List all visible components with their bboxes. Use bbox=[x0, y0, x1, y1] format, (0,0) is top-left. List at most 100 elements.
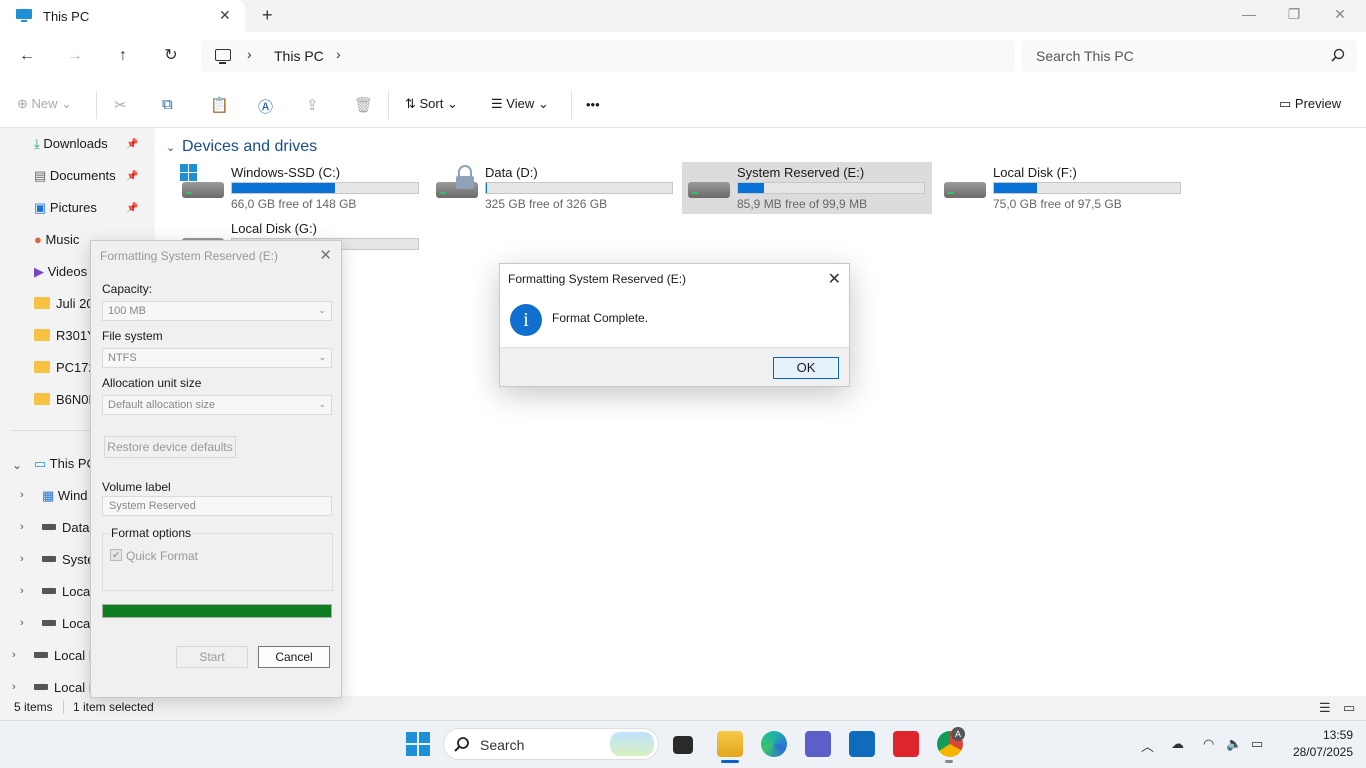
restore-button[interactable]: ❐ bbox=[1271, 6, 1317, 23]
share-icon[interactable]: ⇪ bbox=[306, 96, 319, 114]
close-window-button[interactable]: ✕ bbox=[1317, 6, 1363, 23]
ok-button[interactable]: OK bbox=[773, 357, 839, 379]
nav-item-videos[interactable]: ▶ Videos bbox=[34, 264, 90, 284]
tiles-view-icon[interactable]: ▭ bbox=[1343, 700, 1355, 716]
pin-icon[interactable]: 📌 bbox=[126, 203, 138, 214]
nav-label: This PC bbox=[49, 456, 90, 471]
progress-fill bbox=[103, 605, 331, 617]
profile-badge: A bbox=[951, 727, 965, 741]
new-button[interactable]: ⊕ New ⌄ bbox=[17, 96, 72, 112]
file-system-label: File system bbox=[102, 329, 163, 343]
minimize-button[interactable]: — bbox=[1226, 6, 1272, 22]
nav-item-folder[interactable]: R301Y9 bbox=[34, 328, 90, 348]
volume-label-input[interactable]: System Reserved bbox=[102, 496, 332, 516]
search-input[interactable]: Search This PC bbox=[1021, 40, 1357, 72]
nav-item-drive-c[interactable]: ▦ Wind bbox=[42, 488, 90, 508]
tab-this-pc[interactable]: This PC ✕ bbox=[0, 0, 245, 32]
chevron-right-icon[interactable]: › bbox=[20, 553, 24, 565]
close-icon[interactable]: ✕ bbox=[828, 269, 841, 289]
nav-item-drive-e[interactable]: Syste bbox=[42, 552, 90, 572]
delete-icon[interactable]: 🗑 bbox=[354, 96, 373, 114]
onedrive-icon[interactable]: ☁ bbox=[1171, 736, 1184, 752]
refresh-button[interactable]: ↻ bbox=[160, 46, 182, 68]
address-bar[interactable]: › This PC › bbox=[201, 40, 1015, 72]
nav-item-this-pc[interactable]: ▭ This PC bbox=[34, 456, 90, 476]
details-view-icon[interactable]: ☰ bbox=[1319, 700, 1331, 716]
divider bbox=[571, 91, 572, 119]
taskbar-search[interactable]: Search bbox=[443, 728, 659, 760]
search-icon bbox=[454, 737, 469, 752]
wps-office-icon[interactable] bbox=[893, 731, 919, 757]
chevron-right-icon[interactable]: › bbox=[20, 521, 24, 533]
wifi-icon[interactable]: ◠ bbox=[1203, 736, 1214, 752]
nav-item-local-disk[interactable]: Local D bbox=[34, 648, 90, 668]
breadcrumb-this-pc[interactable]: This PC bbox=[274, 48, 324, 64]
pin-icon[interactable]: 📌 bbox=[126, 171, 138, 182]
preview-button[interactable]: ▭ Preview bbox=[1279, 96, 1341, 112]
videos-icon: ▶ bbox=[34, 264, 48, 279]
nav-item-drive-g[interactable]: Local bbox=[42, 616, 90, 636]
more-options-button[interactable]: ••• bbox=[586, 97, 600, 112]
drive-tile-f[interactable]: Local Disk (F:) 75,0 GB free of 97,5 GB bbox=[938, 162, 1188, 214]
copy-icon[interactable]: ⧉ bbox=[162, 96, 173, 113]
chevron-up-icon[interactable]: ︿ bbox=[1141, 736, 1154, 755]
allocation-label: Allocation unit size bbox=[102, 376, 202, 390]
task-view-icon[interactable] bbox=[673, 736, 693, 754]
quick-format-checkbox[interactable]: ✔ bbox=[110, 549, 122, 561]
nav-item-folder[interactable]: B6N0B bbox=[34, 392, 90, 412]
chevron-right-icon[interactable]: › bbox=[12, 649, 16, 661]
up-button[interactable]: ↑ bbox=[112, 46, 134, 68]
chevron-down-icon[interactable]: ⌄ bbox=[12, 458, 22, 472]
nav-item-drive-d[interactable]: Data bbox=[42, 520, 90, 540]
new-tab-button[interactable]: + bbox=[262, 5, 273, 26]
close-icon[interactable]: ✕ bbox=[319, 246, 332, 264]
nav-item-folder[interactable]: PC172 bbox=[34, 360, 90, 380]
divider bbox=[96, 91, 97, 119]
clock-date[interactable]: 28/07/2025 bbox=[1285, 745, 1353, 759]
cancel-button[interactable]: Cancel bbox=[258, 646, 330, 668]
nav-label: R301Y9 bbox=[56, 328, 90, 343]
dialog-message: Format Complete. bbox=[552, 311, 649, 325]
clock-time[interactable]: 13:59 bbox=[1313, 728, 1353, 742]
drive-name: Windows-SSD (C:) bbox=[231, 165, 341, 180]
volume-label-label: Volume label bbox=[102, 480, 171, 494]
teams-icon[interactable] bbox=[805, 731, 831, 757]
chevron-right-icon[interactable]: › bbox=[20, 585, 24, 597]
cut-icon[interactable]: ✂ bbox=[114, 96, 127, 114]
section-title[interactable]: Devices and drives bbox=[182, 138, 317, 156]
rename-icon[interactable]: Ⓐ bbox=[258, 96, 273, 117]
nav-item-drive-f[interactable]: Local bbox=[42, 584, 90, 604]
drive-tile-e[interactable]: System Reserved (E:) 85,9 MB free of 99,… bbox=[682, 162, 932, 214]
view-button[interactable]: ☰ View ⌄ bbox=[491, 96, 549, 112]
file-system-select[interactable]: NTFS ⌄ bbox=[102, 348, 332, 368]
pin-icon[interactable]: 📌 bbox=[126, 139, 138, 150]
battery-icon[interactable]: ▭ bbox=[1251, 736, 1263, 752]
start-icon[interactable] bbox=[406, 732, 430, 756]
restore-defaults-button[interactable]: Restore device defaults bbox=[104, 436, 236, 458]
chevron-right-icon[interactable]: › bbox=[20, 617, 24, 629]
breadcrumb-separator[interactable]: › bbox=[336, 46, 341, 62]
allocation-select[interactable]: Default allocation size ⌄ bbox=[102, 395, 332, 415]
chevron-right-icon[interactable]: › bbox=[12, 681, 16, 693]
usage-fill bbox=[486, 183, 487, 193]
nav-item-music[interactable]: ● Music bbox=[34, 232, 90, 252]
nav-item-folder[interactable]: Juli 202 bbox=[34, 296, 90, 316]
nav-label: Local bbox=[62, 616, 90, 631]
breadcrumb-separator[interactable]: › bbox=[247, 46, 252, 62]
chevron-right-icon[interactable]: › bbox=[20, 489, 24, 501]
capacity-select[interactable]: 100 MB ⌄ bbox=[102, 301, 332, 321]
volume-icon[interactable]: 🔈 bbox=[1226, 736, 1242, 752]
outlook-icon[interactable] bbox=[849, 731, 875, 757]
paste-icon[interactable]: 📋 bbox=[210, 96, 229, 114]
close-tab-icon[interactable]: ✕ bbox=[219, 7, 231, 24]
drive-icon bbox=[182, 182, 224, 198]
file-explorer-icon[interactable] bbox=[717, 731, 743, 757]
drive-tile-d[interactable]: Data (D:) 325 GB free of 326 GB bbox=[430, 162, 680, 214]
sort-button[interactable]: ⇅ Sort ⌄ bbox=[405, 96, 458, 112]
drive-tile-c[interactable]: Windows-SSD (C:) 66,0 GB free of 148 GB bbox=[176, 162, 426, 214]
forward-button[interactable]: → bbox=[64, 46, 86, 68]
back-button[interactable]: ← bbox=[16, 46, 38, 68]
start-button[interactable]: Start bbox=[176, 646, 248, 668]
chevron-down-icon[interactable]: ⌄ bbox=[166, 141, 175, 154]
edge-icon[interactable] bbox=[761, 731, 787, 757]
